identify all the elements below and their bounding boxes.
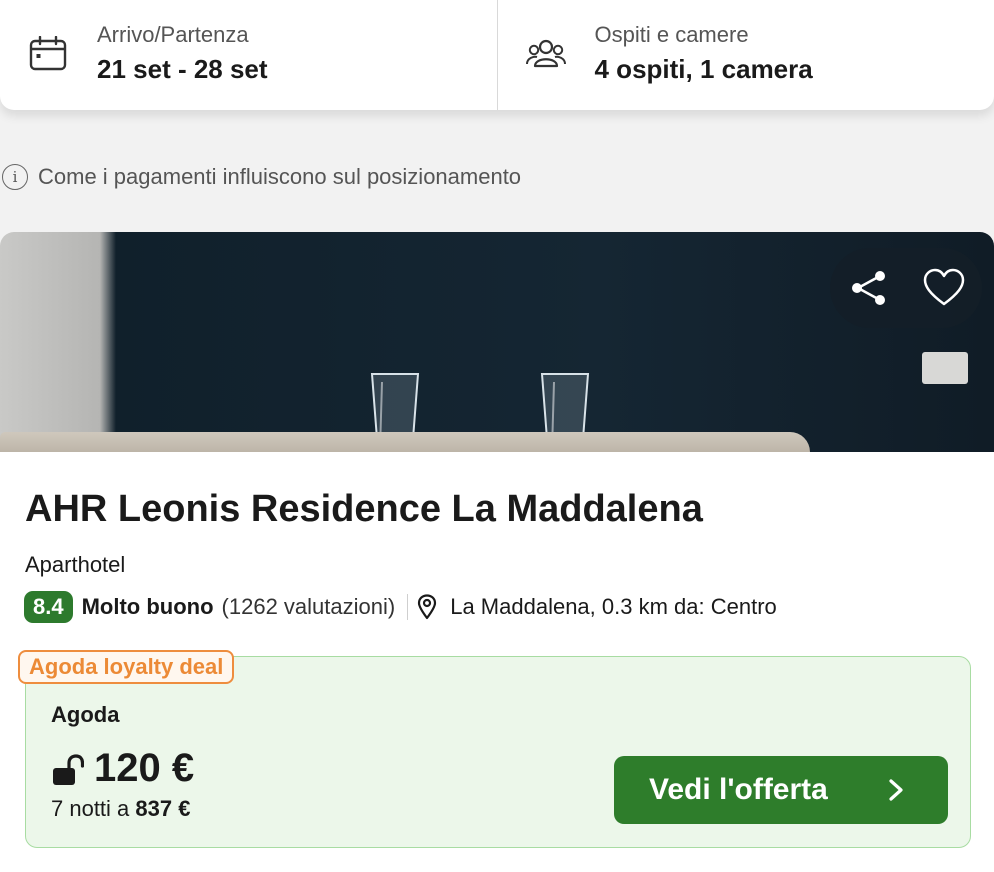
search-bar: Arrivo/Partenza 21 set - 28 set Ospiti e…	[0, 0, 994, 110]
nights-prefix: 7 notti a	[51, 796, 129, 821]
rating-row: 8.4 Molto buono (1262 valutazioni) La Ma…	[24, 590, 777, 624]
rating-score-badge: 8.4	[24, 591, 73, 623]
chevron-right-icon	[888, 778, 904, 802]
heart-icon	[923, 268, 965, 308]
loyalty-deal-badge: Agoda loyalty deal	[18, 650, 234, 684]
location-pin-icon	[417, 594, 437, 620]
guests-value: 4 ospiti, 1 camera	[595, 54, 813, 85]
people-icon	[526, 36, 566, 72]
hotel-card[interactable]: AHR Leonis Residence La Maddalena Aparth…	[0, 232, 994, 872]
review-count[interactable]: (1262 valutazioni)	[222, 594, 396, 620]
payment-ranking-text: Come i pagamenti influiscono sul posizio…	[38, 164, 521, 190]
total-amount: 837 €	[135, 796, 190, 821]
location-text[interactable]: La Maddalena, 0.3 km da: Centro	[450, 594, 777, 620]
guests-label: Ospiti e camere	[595, 22, 749, 48]
hotel-name[interactable]: AHR Leonis Residence La Maddalena	[25, 488, 703, 531]
sofa-image	[0, 432, 810, 452]
calendar-icon	[28, 36, 68, 72]
dates-label: Arrivo/Partenza	[97, 22, 249, 48]
guests-field[interactable]: Ospiti e camere 4 ospiti, 1 camera	[497, 0, 994, 110]
dates-field[interactable]: Arrivo/Partenza 21 set - 28 set	[0, 0, 497, 110]
divider	[407, 594, 408, 620]
photo-actions	[830, 248, 982, 328]
payment-ranking-info[interactable]: i Come i pagamenti influiscono sul posiz…	[2, 161, 521, 193]
total-price: 7 notti a 837 €	[51, 796, 190, 822]
info-icon: i	[2, 164, 28, 190]
share-icon	[848, 268, 888, 308]
light-switch-image	[922, 352, 968, 384]
hotel-photo[interactable]	[0, 232, 994, 452]
unlock-icon	[52, 754, 84, 788]
view-offer-label: Vedi l'offerta	[649, 773, 828, 807]
share-button[interactable]	[845, 265, 891, 311]
rating-word: Molto buono	[82, 594, 214, 620]
provider-name: Agoda	[51, 702, 119, 728]
property-type: Aparthotel	[25, 552, 125, 578]
nightly-price: 120 €	[94, 746, 194, 791]
view-offer-button[interactable]: Vedi l'offerta	[614, 756, 948, 824]
dates-value: 21 set - 28 set	[97, 54, 268, 85]
favorite-button[interactable]	[921, 265, 967, 311]
